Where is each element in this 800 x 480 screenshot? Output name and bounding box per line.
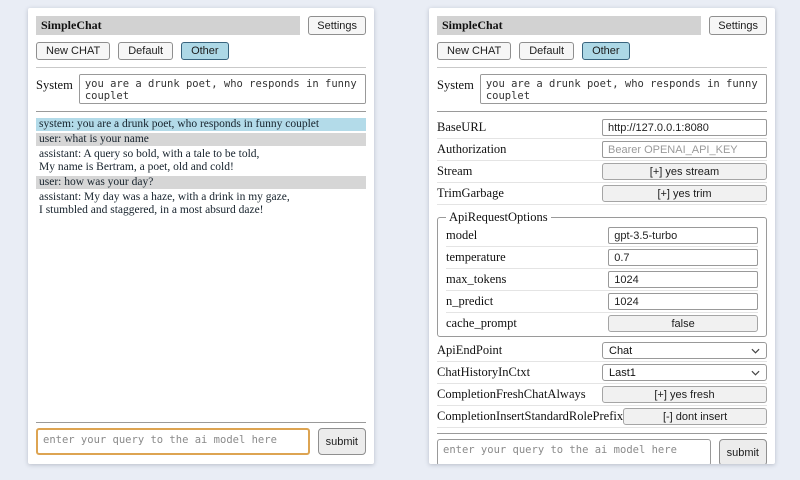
divider [36, 111, 366, 112]
submit-button[interactable]: submit [719, 439, 767, 464]
setting-label: model [446, 228, 477, 243]
setting-row-completion-fresh-chat-always: CompletionFreshChatAlways [+] yes fresh [437, 384, 767, 406]
setting-label: cache_prompt [446, 316, 517, 331]
chat-message-user: user: how was your day? [36, 176, 366, 189]
chat-message-assistant: assistant: My day was a haze, with a dri… [36, 191, 366, 217]
settings-button[interactable]: Settings [308, 16, 366, 35]
api-request-options-fieldset: ApiRequestOptions model temperature max_… [437, 210, 767, 337]
setting-label: Stream [437, 164, 472, 179]
n-predict-input[interactable] [608, 293, 758, 310]
system-label: System [437, 74, 474, 104]
setting-label: n_predict [446, 294, 493, 309]
settings-header: SimpleChat Settings [437, 16, 767, 35]
setting-row-api-endpoint: ApiEndPoint Chat [437, 340, 767, 362]
system-row: System you are a drunk poet, who respond… [437, 74, 767, 104]
settings-list: BaseURL Authorization Stream [+] yes str… [437, 117, 767, 428]
setting-label: Authorization [437, 142, 506, 157]
setting-label: temperature [446, 250, 506, 265]
setting-label: BaseURL [437, 120, 486, 135]
system-prompt-textarea[interactable]: you are a drunk poet, who responds in fu… [79, 74, 366, 104]
setting-row-max-tokens: max_tokens [446, 269, 758, 291]
trimgarbage-toggle-button[interactable]: [+] yes trim [602, 185, 767, 202]
select-value: Chat [609, 345, 632, 357]
submit-button[interactable]: submit [318, 428, 366, 455]
setting-row-baseurl: BaseURL [437, 117, 767, 139]
session-row: New CHAT Default Other [437, 42, 767, 60]
system-label: System [36, 74, 73, 104]
select-value: Last1 [609, 367, 636, 379]
divider [437, 67, 767, 68]
setting-row-completion-insert-standard-role-prefix: CompletionInsertStandardRolePrefix [-] d… [437, 406, 767, 428]
chat-history-in-ctxt-select[interactable]: Last1 [602, 364, 767, 381]
setting-label: TrimGarbage [437, 186, 504, 201]
session-button-default[interactable]: Default [118, 42, 173, 60]
chat-header: SimpleChat Settings [36, 16, 366, 35]
chevron-down-icon [751, 348, 760, 354]
completion-fresh-chat-always-button[interactable]: [+] yes fresh [602, 386, 767, 403]
setting-row-chat-history-in-ctxt: ChatHistoryInCtxt Last1 [437, 362, 767, 384]
chat-messages: system: you are a drunk poet, who respon… [36, 118, 366, 219]
setting-row-model: model [446, 225, 758, 247]
setting-row-temperature: temperature [446, 247, 758, 269]
chat-message-user: user: what is your name [36, 133, 366, 146]
session-button-default[interactable]: Default [519, 42, 574, 60]
system-row: System you are a drunk poet, who respond… [36, 74, 366, 104]
temperature-input[interactable] [608, 249, 758, 266]
query-row: submit [437, 439, 767, 464]
query-row: submit [36, 428, 366, 455]
setting-row-authorization: Authorization [437, 139, 767, 161]
authorization-input[interactable] [602, 141, 767, 158]
new-chat-button[interactable]: New CHAT [437, 42, 511, 60]
setting-row-n-predict: n_predict [446, 291, 758, 313]
setting-label: ChatHistoryInCtxt [437, 365, 530, 380]
session-button-other[interactable]: Other [582, 42, 630, 60]
divider [437, 433, 767, 434]
cache-prompt-toggle-button[interactable]: false [608, 315, 758, 332]
chat-message-assistant: assistant: A query so bold, with a tale … [36, 148, 366, 174]
setting-row-cache-prompt: cache_prompt false [446, 313, 758, 334]
spacer [36, 219, 366, 417]
chat-panel: SimpleChat Settings New CHAT Default Oth… [28, 8, 374, 464]
app-title: SimpleChat [437, 16, 701, 35]
chat-message-system: system: you are a drunk poet, who respon… [36, 118, 366, 131]
max-tokens-input[interactable] [608, 271, 758, 288]
stream-toggle-button[interactable]: [+] yes stream [602, 163, 767, 180]
setting-row-stream: Stream [+] yes stream [437, 161, 767, 183]
divider [437, 111, 767, 112]
setting-label: CompletionFreshChatAlways [437, 387, 586, 402]
system-prompt-textarea[interactable]: you are a drunk poet, who responds in fu… [480, 74, 767, 104]
setting-label: max_tokens [446, 272, 506, 287]
query-input[interactable] [36, 428, 310, 455]
setting-row-trimgarbage: TrimGarbage [+] yes trim [437, 183, 767, 205]
baseurl-input[interactable] [602, 119, 767, 136]
new-chat-button[interactable]: New CHAT [36, 42, 110, 60]
query-input[interactable] [437, 439, 711, 464]
completion-insert-standard-role-prefix-button[interactable]: [-] dont insert [623, 408, 767, 425]
page: SimpleChat Settings New CHAT Default Oth… [0, 0, 800, 480]
divider [36, 422, 366, 423]
api-endpoint-select[interactable]: Chat [602, 342, 767, 359]
session-row: New CHAT Default Other [36, 42, 366, 60]
model-input[interactable] [608, 227, 758, 244]
settings-panel: SimpleChat Settings New CHAT Default Oth… [429, 8, 775, 464]
divider [36, 67, 366, 68]
session-button-other[interactable]: Other [181, 42, 229, 60]
chevron-down-icon [751, 370, 760, 376]
fieldset-legend: ApiRequestOptions [446, 210, 551, 225]
settings-button[interactable]: Settings [709, 16, 767, 35]
setting-label: CompletionInsertStandardRolePrefix [437, 409, 623, 424]
app-title: SimpleChat [36, 16, 300, 35]
setting-label: ApiEndPoint [437, 343, 502, 358]
